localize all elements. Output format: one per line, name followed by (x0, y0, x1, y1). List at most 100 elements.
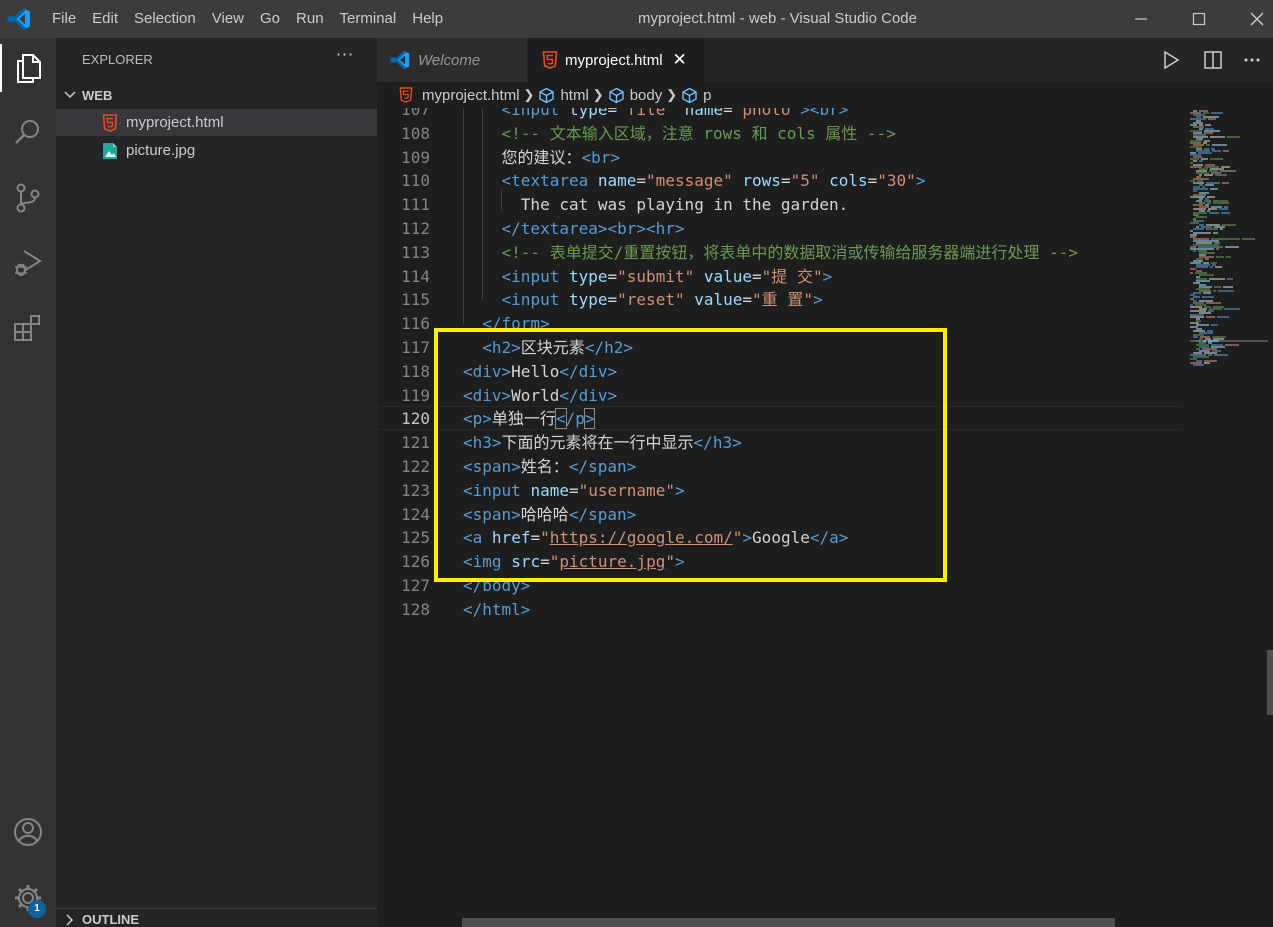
outline-section-header[interactable]: OUTLINE (56, 908, 377, 927)
code-token: <hr> (646, 219, 685, 238)
chevron-right-icon: ❯ (523, 87, 535, 102)
code-editor[interactable]: 107 <input type="file" name="photo"><br>… (377, 108, 1182, 918)
minimap-line (1193, 364, 1204, 366)
minimap-line (1196, 266, 1208, 268)
source-control-activity-button[interactable] (0, 174, 56, 222)
more-actions-button[interactable] (1240, 48, 1264, 72)
minimap-line (1205, 184, 1214, 186)
line-number: 120 (401, 409, 430, 429)
code-line[interactable]: 127 </body> (377, 574, 1182, 598)
code-line[interactable]: 114 <input type="submit" value="提 交"> (377, 265, 1182, 289)
code-line[interactable]: 117 <h2>区块元素</h2> (377, 336, 1182, 360)
split-editor-button[interactable] (1201, 48, 1225, 72)
code-token: <br> (607, 219, 647, 238)
manage-activity-button[interactable]: 1 (0, 874, 56, 922)
code-line[interactable]: 112 </textarea><br><hr> (377, 217, 1182, 241)
code-token: " (549, 552, 560, 572)
code-line[interactable]: 124 <span>哈哈哈</span> (377, 503, 1182, 527)
file-item-picture-jpg[interactable]: picture.jpg (56, 137, 377, 164)
minimap[interactable] (1182, 108, 1273, 927)
menu-selection[interactable]: Selection (126, 0, 204, 38)
menu-file[interactable]: File (44, 0, 84, 38)
code-line[interactable]: 113 <!-- 表单提交/重置按钮，将表单中的数据取消或传输给服务器端进行处理… (377, 241, 1182, 265)
menu-edit[interactable]: Edit (84, 0, 126, 38)
code-token: Hello (511, 361, 560, 381)
minimize-icon (1135, 18, 1147, 20)
line-number: 114 (401, 266, 430, 286)
code-token: "5" (790, 171, 820, 191)
code-line[interactable]: 121 <h3>下面的元素将在一行中显示</h3> (377, 431, 1182, 455)
line-number: 128 (401, 599, 430, 619)
run-code-button[interactable] (1159, 48, 1183, 72)
code-token: "提 交" (761, 266, 823, 286)
code-line[interactable]: 118 <div>Hello</div> (377, 360, 1182, 384)
code-line[interactable]: 120 <p>单独一行</p> (377, 407, 1182, 431)
code-line[interactable]: 123 <input name="username"> (377, 479, 1182, 503)
code-line[interactable]: 111 The cat was playing in the garden. (377, 193, 1182, 217)
run-debug-activity-button[interactable] (0, 238, 56, 286)
code-line[interactable]: 128 </html> (377, 598, 1182, 622)
breadcrumb-p[interactable]: p (681, 87, 711, 104)
breadcrumb-body[interactable]: body (608, 87, 662, 104)
maximize-icon (1192, 12, 1206, 26)
menu-go[interactable]: Go (252, 0, 288, 38)
menu-view[interactable]: View (204, 0, 252, 38)
extensions-activity-button[interactable] (0, 304, 56, 352)
minimize-button[interactable] (1112, 0, 1170, 38)
accounts-activity-button[interactable] (0, 808, 56, 856)
breadcrumb-html[interactable]: html (538, 87, 589, 104)
minimap-line (1203, 292, 1211, 294)
horizontal-scrollbar[interactable] (462, 918, 1115, 927)
breadcrumb-file[interactable]: myproject.html (399, 87, 520, 104)
minimap-line (1212, 144, 1227, 146)
close-window-button[interactable] (1228, 0, 1273, 38)
line-number: 115 (401, 290, 430, 310)
code-line[interactable]: 110 <textarea name="message" rows="5" co… (377, 169, 1182, 193)
code-token: name (530, 480, 569, 500)
close-icon (1250, 12, 1264, 26)
tab-myproject-html[interactable]: myproject.html ✕ (528, 38, 704, 82)
code-token: "photo" (732, 108, 801, 119)
code-token: cols (829, 171, 868, 191)
file-item-myproject-html[interactable]: myproject.html (56, 109, 377, 136)
code-line[interactable]: 107 <input type="file" name="photo"><br> (377, 108, 1182, 122)
vertical-scrollbar[interactable] (1267, 650, 1273, 715)
menu-run[interactable]: Run (288, 0, 332, 38)
line-code: <p>单独一行</p> (463, 407, 596, 431)
search-icon (15, 120, 39, 144)
code-token: type (568, 290, 608, 310)
code-line[interactable]: 119 <div>World</div> (377, 384, 1182, 408)
maximize-button[interactable] (1170, 0, 1228, 38)
tab-welcome[interactable]: Welcome (377, 38, 527, 82)
code-line[interactable]: 115 <input type="reset" value="重 置"> (377, 288, 1182, 312)
symbol-element-icon (682, 87, 697, 103)
minimap-line (1211, 324, 1218, 326)
search-activity-button[interactable] (0, 108, 56, 156)
code-token: "username" (578, 480, 675, 500)
explorer-more-actions-button[interactable]: ··· (334, 47, 356, 68)
explorer-activity-button[interactable] (0, 44, 56, 92)
menu-terminal[interactable]: Terminal (332, 0, 405, 38)
line-code: <input type="reset" value="重 置"> (463, 288, 823, 312)
tab-close-button[interactable]: ✕ (673, 50, 687, 70)
editor-tab-bar: Welcome myproject.html ✕ (377, 38, 1273, 82)
code-line[interactable]: 108 <!-- 文本输入区域，注意 rows 和 cols 属性 --> (377, 122, 1182, 146)
code-token: = (780, 171, 791, 191)
code-line[interactable]: 126 <img src="picture.jpg"> (377, 550, 1182, 574)
code-line[interactable]: 125 <a href="https://google.com/">Google<… (377, 526, 1182, 550)
folder-web[interactable]: WEB (56, 84, 377, 106)
code-token: input (511, 266, 560, 286)
menu-help[interactable]: Help (404, 0, 451, 38)
code-line[interactable]: 122 <span>姓名：</span> (377, 455, 1182, 479)
minimap-line (1217, 316, 1229, 318)
line-code: <!-- 文本输入区域，注意 rows 和 cols 属性 --> (463, 122, 896, 146)
minimap-line (1216, 248, 1219, 250)
code-line[interactable]: 109 您的建议：<br> (377, 146, 1182, 170)
minimap-line (1193, 296, 1200, 298)
code-line[interactable]: 116 </form> (377, 312, 1182, 336)
code-token: "reset" (617, 290, 685, 310)
